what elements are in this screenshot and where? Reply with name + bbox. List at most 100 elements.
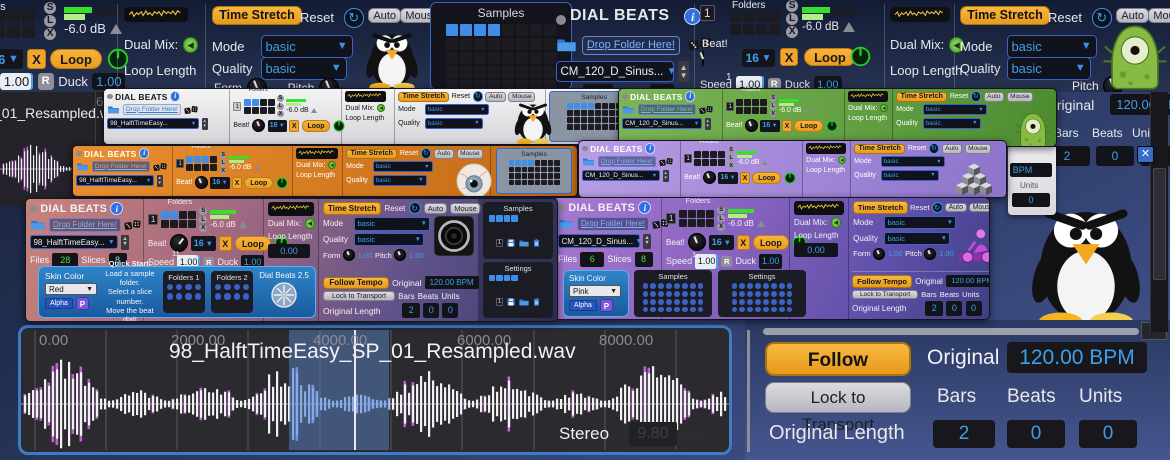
quality-dropdown[interactable]: basic▼ bbox=[261, 57, 347, 80]
x-button[interactable]: X bbox=[737, 235, 750, 250]
time-stretch-button[interactable]: Time Stretch bbox=[896, 92, 947, 102]
samples-grid[interactable] bbox=[446, 24, 556, 92]
follow-tempo-button[interactable]: Follow Tempo bbox=[323, 277, 389, 290]
beat-knob[interactable] bbox=[702, 50, 704, 67]
dice-icon[interactable] bbox=[184, 105, 198, 115]
beat-count-select[interactable]: 16▼ bbox=[742, 49, 775, 67]
mode-dropdown[interactable]: basic▼ bbox=[923, 104, 987, 115]
dual-mix-toggle[interactable]: ◂ bbox=[880, 104, 888, 112]
slx-buttons[interactable]: SLX bbox=[44, 2, 56, 40]
loop-button[interactable]: Loop bbox=[50, 49, 102, 69]
lock-to-transport-button[interactable]: Lock to Transport bbox=[852, 290, 918, 300]
duck-field[interactable]: 1.00 bbox=[759, 254, 782, 269]
stepper[interactable]: ▲▼ bbox=[121, 235, 129, 251]
mouse-button[interactable]: Mouse bbox=[450, 203, 481, 215]
reset-icon[interactable]: ↻ bbox=[421, 148, 432, 159]
slx-buttons[interactable]: SLX bbox=[717, 206, 724, 230]
close-icon[interactable]: ✕ bbox=[1137, 146, 1154, 163]
stepper[interactable]: ▲▼ bbox=[643, 234, 651, 250]
sample-dropdown[interactable]: CM_120_D_Sinus...▼ bbox=[556, 61, 674, 82]
pitch-knob[interactable] bbox=[394, 249, 406, 261]
folder-icon[interactable] bbox=[107, 105, 120, 114]
lock-to-transport-button[interactable]: Lock to Transport bbox=[323, 291, 395, 301]
p-button[interactable]: P bbox=[76, 297, 89, 310]
beats-field[interactable]: 0 bbox=[1007, 420, 1065, 448]
auto-button[interactable]: Auto bbox=[945, 203, 967, 213]
info-icon[interactable]: i bbox=[638, 201, 651, 214]
follow-tempo-button[interactable]: Follow Tempo bbox=[852, 275, 912, 288]
quality-dropdown[interactable]: basic▼ bbox=[923, 118, 981, 129]
r-button[interactable]: R bbox=[721, 256, 732, 267]
mode-dropdown[interactable]: basic▼ bbox=[373, 161, 433, 172]
beat-knob[interactable] bbox=[703, 171, 716, 184]
reset-icon[interactable]: ↻ bbox=[409, 202, 421, 214]
stepper[interactable]: ▲▼ bbox=[663, 170, 669, 182]
beat-count-select[interactable]: 16▼ bbox=[210, 177, 229, 189]
x-button[interactable]: X bbox=[289, 120, 299, 132]
loop-length-field[interactable]: 0.00 bbox=[794, 243, 838, 258]
folders-grid[interactable] bbox=[0, 10, 35, 38]
mode-dropdown[interactable]: basic▼ bbox=[1007, 35, 1097, 58]
folder-icon[interactable] bbox=[558, 218, 574, 229]
beat-knob[interactable] bbox=[745, 119, 758, 132]
dice-icon[interactable] bbox=[699, 105, 713, 115]
folders1-grid[interactable] bbox=[167, 284, 201, 300]
drop-folder-link[interactable]: Drop Folder Here! bbox=[582, 36, 680, 55]
slx-buttons[interactable]: SLX bbox=[277, 95, 284, 117]
info-icon[interactable]: i bbox=[170, 91, 180, 101]
stepper[interactable]: ▲▼ bbox=[705, 118, 711, 130]
slx-buttons[interactable]: SLX bbox=[728, 147, 735, 169]
beat-count-select[interactable]: 16▼ bbox=[268, 120, 287, 132]
auto-button[interactable]: Auto bbox=[1116, 8, 1149, 23]
waveform-display[interactable]: 0.00 2000.00 4000.00 6000.00 8000.00 98_… bbox=[18, 325, 732, 455]
speed-field[interactable]: 1.00 bbox=[0, 73, 33, 90]
beat-count-select[interactable]: 16▼ bbox=[0, 49, 23, 69]
beat-count-select[interactable]: 16▼ bbox=[718, 172, 737, 184]
samples-grid[interactable] bbox=[643, 283, 704, 312]
original-bpm-field[interactable]: 120.00 BPM bbox=[946, 275, 990, 287]
loop-button[interactable]: Loop bbox=[752, 172, 781, 184]
mouse-button[interactable]: Mouse bbox=[457, 149, 484, 159]
x-button[interactable]: X bbox=[27, 49, 45, 69]
length-field[interactable]: 9.80 bbox=[629, 422, 677, 446]
info-icon[interactable]: i bbox=[685, 91, 695, 101]
trash-icon[interactable] bbox=[533, 239, 540, 247]
p-button[interactable]: P bbox=[600, 299, 613, 312]
folder-icon[interactable] bbox=[556, 37, 577, 52]
bars-field[interactable]: 2 bbox=[925, 301, 943, 316]
loop-length-field[interactable]: 0.00 bbox=[268, 244, 310, 259]
quality-dropdown[interactable]: basic▼ bbox=[881, 170, 939, 181]
folder-icon[interactable] bbox=[30, 219, 46, 230]
folders2-grid[interactable] bbox=[215, 284, 249, 300]
units-field[interactable]: 0 bbox=[1079, 420, 1137, 448]
beat-knob[interactable] bbox=[688, 233, 706, 251]
stepper[interactable]: ▲▼ bbox=[678, 61, 689, 82]
follow-tempo-button[interactable]: Follow Tempo bbox=[765, 342, 911, 376]
time-stretch-button[interactable]: Time Stretch bbox=[853, 201, 908, 214]
auto-button[interactable]: Auto bbox=[434, 149, 455, 159]
dual-mix-toggle[interactable]: ◂ bbox=[377, 104, 385, 112]
beats-field[interactable]: 0 bbox=[1096, 146, 1134, 166]
info-icon[interactable]: i bbox=[110, 202, 123, 215]
beat-knob[interactable] bbox=[252, 119, 265, 132]
time-stretch-button[interactable]: Time Stretch bbox=[212, 6, 302, 25]
loop-button[interactable]: Loop bbox=[302, 120, 331, 132]
form-knob[interactable] bbox=[343, 249, 355, 261]
x-button[interactable]: X bbox=[219, 236, 232, 251]
loop-button[interactable]: Loop bbox=[794, 120, 823, 132]
mode-dropdown[interactable]: basic▼ bbox=[884, 216, 956, 229]
x-button[interactable]: X bbox=[782, 120, 792, 132]
dual-mix-toggle[interactable]: ◂ bbox=[831, 217, 842, 228]
folders-grid[interactable] bbox=[186, 156, 217, 171]
loop-button[interactable]: Loop bbox=[804, 48, 856, 66]
quality-dropdown[interactable]: basic▼ bbox=[373, 175, 427, 186]
folder-icon[interactable] bbox=[76, 162, 89, 171]
auto-button[interactable]: Auto bbox=[368, 8, 401, 23]
quality-dropdown[interactable]: basic▼ bbox=[425, 118, 483, 129]
dual-mix-toggle[interactable]: ◂ bbox=[305, 218, 316, 229]
mode-dropdown[interactable]: basic▼ bbox=[354, 217, 430, 230]
power-button[interactable] bbox=[276, 177, 288, 189]
speed-field[interactable]: 1.00 bbox=[695, 254, 718, 269]
horizontal-scrollbar[interactable] bbox=[763, 328, 1139, 335]
slx-buttons[interactable]: SLX bbox=[770, 95, 777, 117]
